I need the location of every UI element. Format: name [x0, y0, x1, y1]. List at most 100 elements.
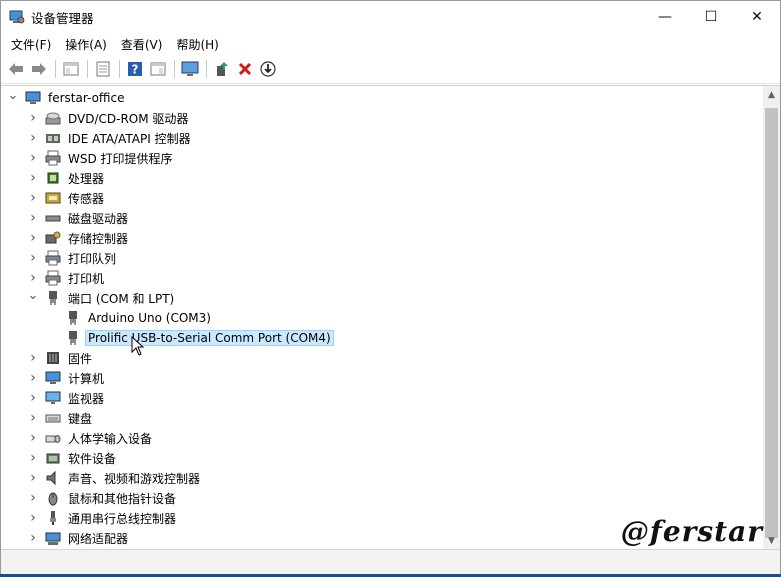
title-bar[interactable]: 设备管理器 — ☐ ✕ [1, 1, 780, 33]
tree-item-label: Prolific USB-to-Serial Comm Port (COM4) [85, 330, 334, 346]
sensor-icon [45, 192, 61, 204]
usb-icon [50, 511, 56, 525]
tree-category-item[interactable]: › 声音、视频和游戏控制器 [1, 468, 763, 488]
tree-category-item[interactable]: › 固件 [1, 348, 763, 368]
processor-icon [47, 172, 59, 184]
expand-chevron-right-icon[interactable]: › [27, 150, 39, 166]
tree-category-item[interactable]: › 存储控制器 [1, 228, 763, 248]
tree-item-label: 固件 [68, 351, 93, 366]
tree-item-label: 鼠标和其他指针设备 [68, 491, 177, 506]
expand-chevron-right-icon[interactable]: › [27, 390, 39, 406]
ide-controller-icon [46, 134, 60, 143]
menu-file[interactable]: 文件(F) [5, 36, 57, 53]
tree-device-item[interactable]: Arduino Uno (COM3) [1, 308, 763, 328]
tree-category-item[interactable]: › 处理器 [1, 168, 763, 188]
tree-category-item[interactable]: ⌄ 端口 (COM 和 LPT) [1, 288, 763, 308]
software-device-icon [46, 453, 60, 464]
expand-chevron-right-icon[interactable]: › [27, 530, 39, 546]
tree-category-item[interactable]: › WSD 打印提供程序 [1, 148, 763, 168]
tree-category-item[interactable]: › IDE ATA/ATAPI 控制器 [1, 128, 763, 148]
scan-hardware-button[interactable] [179, 58, 201, 80]
show-hide-console-tree-button[interactable] [60, 58, 82, 80]
menu-view[interactable]: 查看(V) [115, 36, 169, 53]
expand-chevron-right-icon[interactable]: › [27, 490, 39, 506]
tree-category-item[interactable]: › DVD/CD-ROM 驱动器 [1, 108, 763, 128]
red-x-icon [238, 62, 252, 76]
close-button[interactable]: ✕ [734, 1, 780, 33]
vertical-scrollbar[interactable]: ▲ ▼ [763, 86, 780, 549]
expand-chevron-right-icon[interactable]: › [27, 430, 39, 446]
tree-category-item[interactable]: › 软件设备 [1, 448, 763, 468]
expand-chevron-right-icon[interactable]: › [27, 130, 39, 146]
expand-chevron-right-icon[interactable]: › [27, 450, 39, 466]
expand-chevron-right-icon[interactable]: › [27, 190, 39, 206]
tree-item-label: 存储控制器 [68, 231, 129, 246]
device-manager-window: 设备管理器 — ☐ ✕ 文件(F) 操作(A) 查看(V) 帮助(H) ? ⌄ … [0, 0, 781, 577]
expand-chevron-right-icon[interactable]: › [27, 510, 39, 526]
mouse-icon [48, 492, 58, 506]
tree-item-label: 声音、视频和游戏控制器 [68, 471, 201, 486]
expand-chevron-right-icon[interactable]: › [27, 350, 39, 366]
computer-root-icon [25, 91, 41, 104]
properties-button[interactable] [92, 58, 114, 80]
uninstall-device-button[interactable] [234, 58, 256, 80]
scrollbar-thumb[interactable] [765, 108, 778, 538]
window-title: 设备管理器 [31, 10, 94, 26]
tree-item-label: 打印队列 [68, 251, 117, 266]
toolbar-separator [119, 60, 120, 78]
maximize-icon: ☐ [704, 9, 718, 25]
tree-item-label: WSD 打印提供程序 [68, 151, 173, 166]
properties-icon [96, 61, 110, 77]
tree-item-label: 键盘 [68, 411, 93, 426]
tree-root-computer[interactable]: ⌄ ferstar-office [1, 88, 763, 108]
menu-action[interactable]: 操作(A) [59, 36, 113, 53]
expand-chevron-down-icon[interactable]: ⌄ [7, 88, 19, 103]
expand-chevron-right-icon[interactable]: › [27, 370, 39, 386]
expand-chevron-right-icon[interactable]: › [27, 250, 39, 266]
toolbar-separator [206, 60, 207, 78]
storage-controller-icon [45, 231, 61, 244]
expand-chevron-right-icon[interactable]: › [27, 110, 39, 126]
tree-item-label: DVD/CD-ROM 驱动器 [68, 111, 189, 126]
watermark-text: @ferstar [620, 515, 763, 548]
forward-arrow-icon [32, 63, 46, 75]
maximize-button[interactable]: ☐ [688, 1, 734, 33]
tree-item-label: 处理器 [68, 171, 105, 186]
help-button[interactable]: ? [124, 58, 146, 80]
scroll-down-icon[interactable]: ▼ [763, 532, 780, 549]
update-driver-button[interactable] [211, 58, 233, 80]
tree-category-item[interactable]: › 打印机 [1, 268, 763, 288]
print-queue-icon [45, 250, 61, 266]
scroll-up-icon[interactable]: ▲ [763, 86, 780, 103]
tree-category-item[interactable]: › 磁盘驱动器 [1, 208, 763, 228]
device-tree[interactable]: ⌄ ferstar-office › DVD/CD-ROM 驱动器 › IDE ATA/A… [1, 88, 763, 549]
expand-chevron-right-icon[interactable]: › [27, 170, 39, 186]
disk-drive-icon [45, 215, 61, 222]
tree-category-item[interactable]: › 键盘 [1, 408, 763, 428]
expand-chevron-right-icon[interactable]: › [27, 210, 39, 226]
tree-category-item[interactable]: › 打印队列 [1, 248, 763, 268]
expand-chevron-right-icon[interactable]: › [27, 230, 39, 246]
tree-category-item[interactable]: › 鼠标和其他指针设备 [1, 488, 763, 508]
menu-help[interactable]: 帮助(H) [170, 36, 224, 53]
minimize-button[interactable]: — [642, 1, 688, 33]
back-button[interactable] [5, 58, 27, 80]
tree-item-label: 网络适配器 [68, 531, 129, 546]
expand-chevron-right-icon[interactable]: › [27, 270, 39, 286]
tree-category-item[interactable]: › 计算机 [1, 368, 763, 388]
download-arrow-icon [260, 61, 276, 77]
tree-category-item[interactable]: › 传感器 [1, 188, 763, 208]
tree-device-item-selected[interactable]: Prolific USB-to-Serial Comm Port (COM4) [1, 328, 763, 348]
expand-chevron-right-icon[interactable]: › [27, 470, 39, 486]
expand-chevron-down-icon[interactable]: ⌄ [27, 288, 39, 303]
forward-button[interactable] [28, 58, 50, 80]
expand-chevron-right-icon[interactable]: › [27, 410, 39, 426]
toolbar: ? [1, 55, 780, 84]
tree-category-item[interactable]: › 人体学输入设备 [1, 428, 763, 448]
action-pane-button[interactable] [147, 58, 169, 80]
tree-category-item[interactable]: › 监视器 [1, 388, 763, 408]
port-icon [49, 291, 57, 305]
port-icon [69, 331, 77, 345]
disable-device-button[interactable] [257, 58, 279, 80]
tree-item-label: 监视器 [68, 391, 105, 406]
